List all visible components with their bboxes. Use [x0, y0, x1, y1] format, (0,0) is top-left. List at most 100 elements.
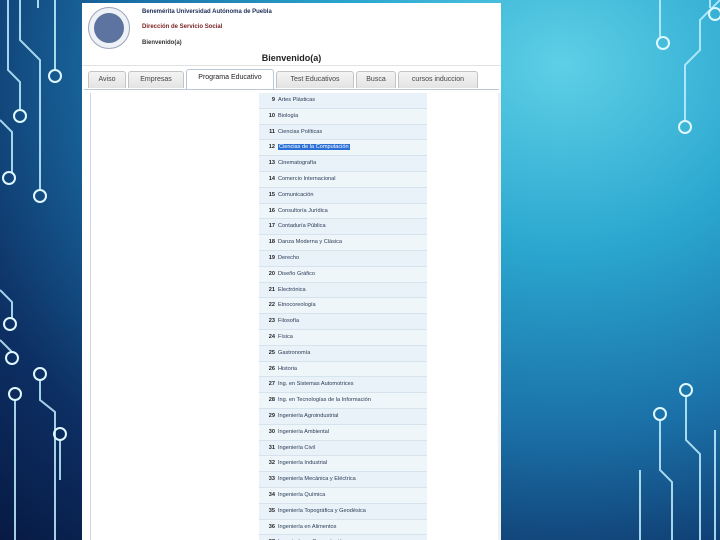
table-row[interactable]: 26 Historia	[259, 361, 427, 378]
program-name[interactable]: Ingeniería Civil	[278, 445, 315, 451]
program-number: 21	[268, 286, 275, 293]
program-number: 19	[268, 254, 275, 261]
table-row[interactable]: 15 Comunicación	[259, 187, 427, 204]
program-number: 14	[268, 175, 275, 182]
table-row[interactable]: 19 Derecho	[259, 250, 427, 267]
table-row[interactable]: 25 Gastronomía	[259, 345, 427, 362]
table-row[interactable]: 9 Artes Plásticas	[259, 93, 427, 109]
program-name[interactable]: Ingeniería en Alimentos	[278, 524, 336, 530]
table-row[interactable]: 10 Biología	[259, 108, 427, 125]
table-row[interactable]: 29 Ingeniería Agroindustrial	[259, 408, 427, 425]
table-row[interactable]: 13 Cinematografía	[259, 156, 427, 172]
program-number: 36	[268, 523, 275, 530]
table-row[interactable]: 21 Electrónica	[259, 282, 427, 299]
tab-cursos-induccion[interactable]: cursos induccion	[398, 71, 478, 88]
table-row[interactable]: 23 Filosofía	[259, 314, 427, 330]
program-number: 35	[268, 507, 275, 514]
program-name[interactable]: Derecho	[278, 255, 299, 261]
tab-busca[interactable]: Busca	[356, 71, 396, 88]
program-name[interactable]: Ingeniería Topográfica y Geodésica	[278, 508, 366, 514]
program-number: 34	[268, 491, 275, 498]
program-number: 9	[271, 97, 275, 103]
program-number: 31	[268, 444, 275, 451]
table-row[interactable]: 37Ingeniería en Computación	[259, 535, 427, 540]
tab-test-educativos[interactable]: Test Educativos	[276, 71, 354, 88]
program-number: 22	[268, 302, 275, 309]
program-name[interactable]: Ciencias de la Computación	[278, 144, 350, 151]
program-number: 13	[268, 160, 275, 167]
table-row[interactable]: 33 Ingeniería Mecánica y Eléctrica	[259, 472, 427, 488]
app-window: Benemérita Universidad Autónoma de Puebl…	[82, 3, 501, 540]
table-row[interactable]: 22 Etnocoreología	[259, 298, 427, 315]
table-row[interactable]: 32 Ingeniería Industrial	[259, 456, 427, 473]
program-name[interactable]: Ing. en Tecnologías de la Información	[278, 397, 371, 403]
tab-empresas[interactable]: Empresas	[128, 71, 184, 88]
program-name[interactable]: Ingeniería Química	[278, 492, 325, 498]
program-number: 11	[269, 128, 275, 135]
program-name[interactable]: Biología	[278, 113, 298, 119]
program-name[interactable]: Historia	[278, 366, 297, 372]
program-name[interactable]: Danza Moderna y Clásica	[278, 239, 342, 245]
scrollbar[interactable]	[498, 93, 501, 540]
program-number: 25	[268, 349, 275, 356]
program-name[interactable]: Ingeniería Mecánica y Eléctrica	[278, 476, 356, 482]
table-row[interactable]: 18 Danza Moderna y Clásica	[259, 235, 427, 251]
content-panel: 9 Artes Plásticas 10 Biología 11 Ciencias Pol…	[90, 93, 500, 540]
program-name[interactable]: Física	[278, 334, 293, 340]
program-name[interactable]: Comunicación	[278, 192, 313, 198]
table-row[interactable]: 17 Contaduría Pública	[259, 219, 427, 236]
program-name[interactable]: Consultoría Jurídica	[278, 208, 328, 214]
program-table: 9 Artes Plásticas 10 Biología 11 Ciencias Pol…	[259, 93, 427, 540]
program-name[interactable]: Etnocoreología	[278, 302, 316, 308]
program-number: 29	[268, 412, 275, 419]
program-number: 33	[268, 476, 275, 483]
table-row[interactable]: 12 Ciencias de la Computación	[259, 140, 427, 157]
tab-programa-educativo[interactable]: Programa Educativo	[186, 69, 274, 89]
program-number: 27	[268, 381, 275, 388]
program-name[interactable]: Ciencias Políticas	[278, 129, 322, 135]
program-name[interactable]: Artes Plásticas	[278, 97, 315, 103]
university-seal-logo	[88, 7, 130, 49]
table-row[interactable]: 24 Física	[259, 329, 427, 346]
program-number: 10	[268, 112, 275, 119]
program-name[interactable]: Contaduría Pública	[278, 223, 326, 229]
program-number: 23	[268, 318, 275, 325]
page-title: Bienvenido(a)	[261, 53, 322, 63]
table-row[interactable]: 14 Comercio Internacional	[259, 171, 427, 188]
program-name[interactable]: Comercio Internacional	[278, 176, 336, 182]
tab-aviso[interactable]: Aviso	[88, 71, 126, 88]
table-row[interactable]: 36 Ingeniería en Alimentos	[259, 519, 427, 536]
program-number: 30	[268, 428, 275, 435]
table-row[interactable]: 31 Ingeniería Civil	[259, 440, 427, 457]
program-number: 26	[268, 365, 275, 372]
table-row[interactable]: 11 Ciencias Políticas	[259, 124, 427, 141]
program-number: 17	[268, 223, 275, 230]
table-row[interactable]: 20 Diseño Gráfico	[259, 266, 427, 283]
program-name[interactable]: Ingeniería Ambiental	[278, 429, 329, 435]
program-number: 28	[268, 397, 275, 404]
program-number: 32	[268, 460, 275, 467]
table-row[interactable]: 28 Ing. en Tecnologías de la Información	[259, 393, 427, 409]
program-number: 12	[268, 144, 275, 151]
table-row[interactable]: 34 Ingeniería Química	[259, 487, 427, 504]
program-number: 15	[268, 191, 275, 198]
program-name[interactable]: Gastronomía	[278, 350, 310, 356]
table-row[interactable]: 16 Consultoría Jurídica	[259, 203, 427, 220]
program-name[interactable]: Ingeniería Agroindustrial	[278, 413, 338, 419]
program-name[interactable]: Diseño Gráfico	[278, 271, 315, 277]
program-number: 20	[268, 270, 275, 277]
table-row[interactable]: 35 Ingeniería Topográfica y Geodésica	[259, 503, 427, 520]
table-row[interactable]: 27 Ing. en Sistemas Automotrices	[259, 377, 427, 394]
program-name[interactable]: Ingeniería Industrial	[278, 460, 327, 466]
program-name[interactable]: Filosofía	[278, 318, 299, 324]
site-header: Benemérita Universidad Autónoma de Puebl…	[82, 3, 501, 66]
program-number: 16	[268, 207, 275, 214]
program-name[interactable]: Electrónica	[278, 287, 306, 293]
welcome-note: Bienvenido(a)	[142, 40, 182, 46]
program-number: 24	[268, 333, 275, 340]
program-name[interactable]: Cinematografía	[278, 160, 316, 166]
program-name[interactable]: Ing. en Sistemas Automotrices	[278, 381, 354, 387]
department-name: Dirección de Servicio Social	[142, 24, 223, 30]
tab-bar: Aviso Empresas Programa Educativo Test E…	[84, 69, 499, 90]
table-row[interactable]: 30 Ingeniería Ambiental	[259, 424, 427, 441]
